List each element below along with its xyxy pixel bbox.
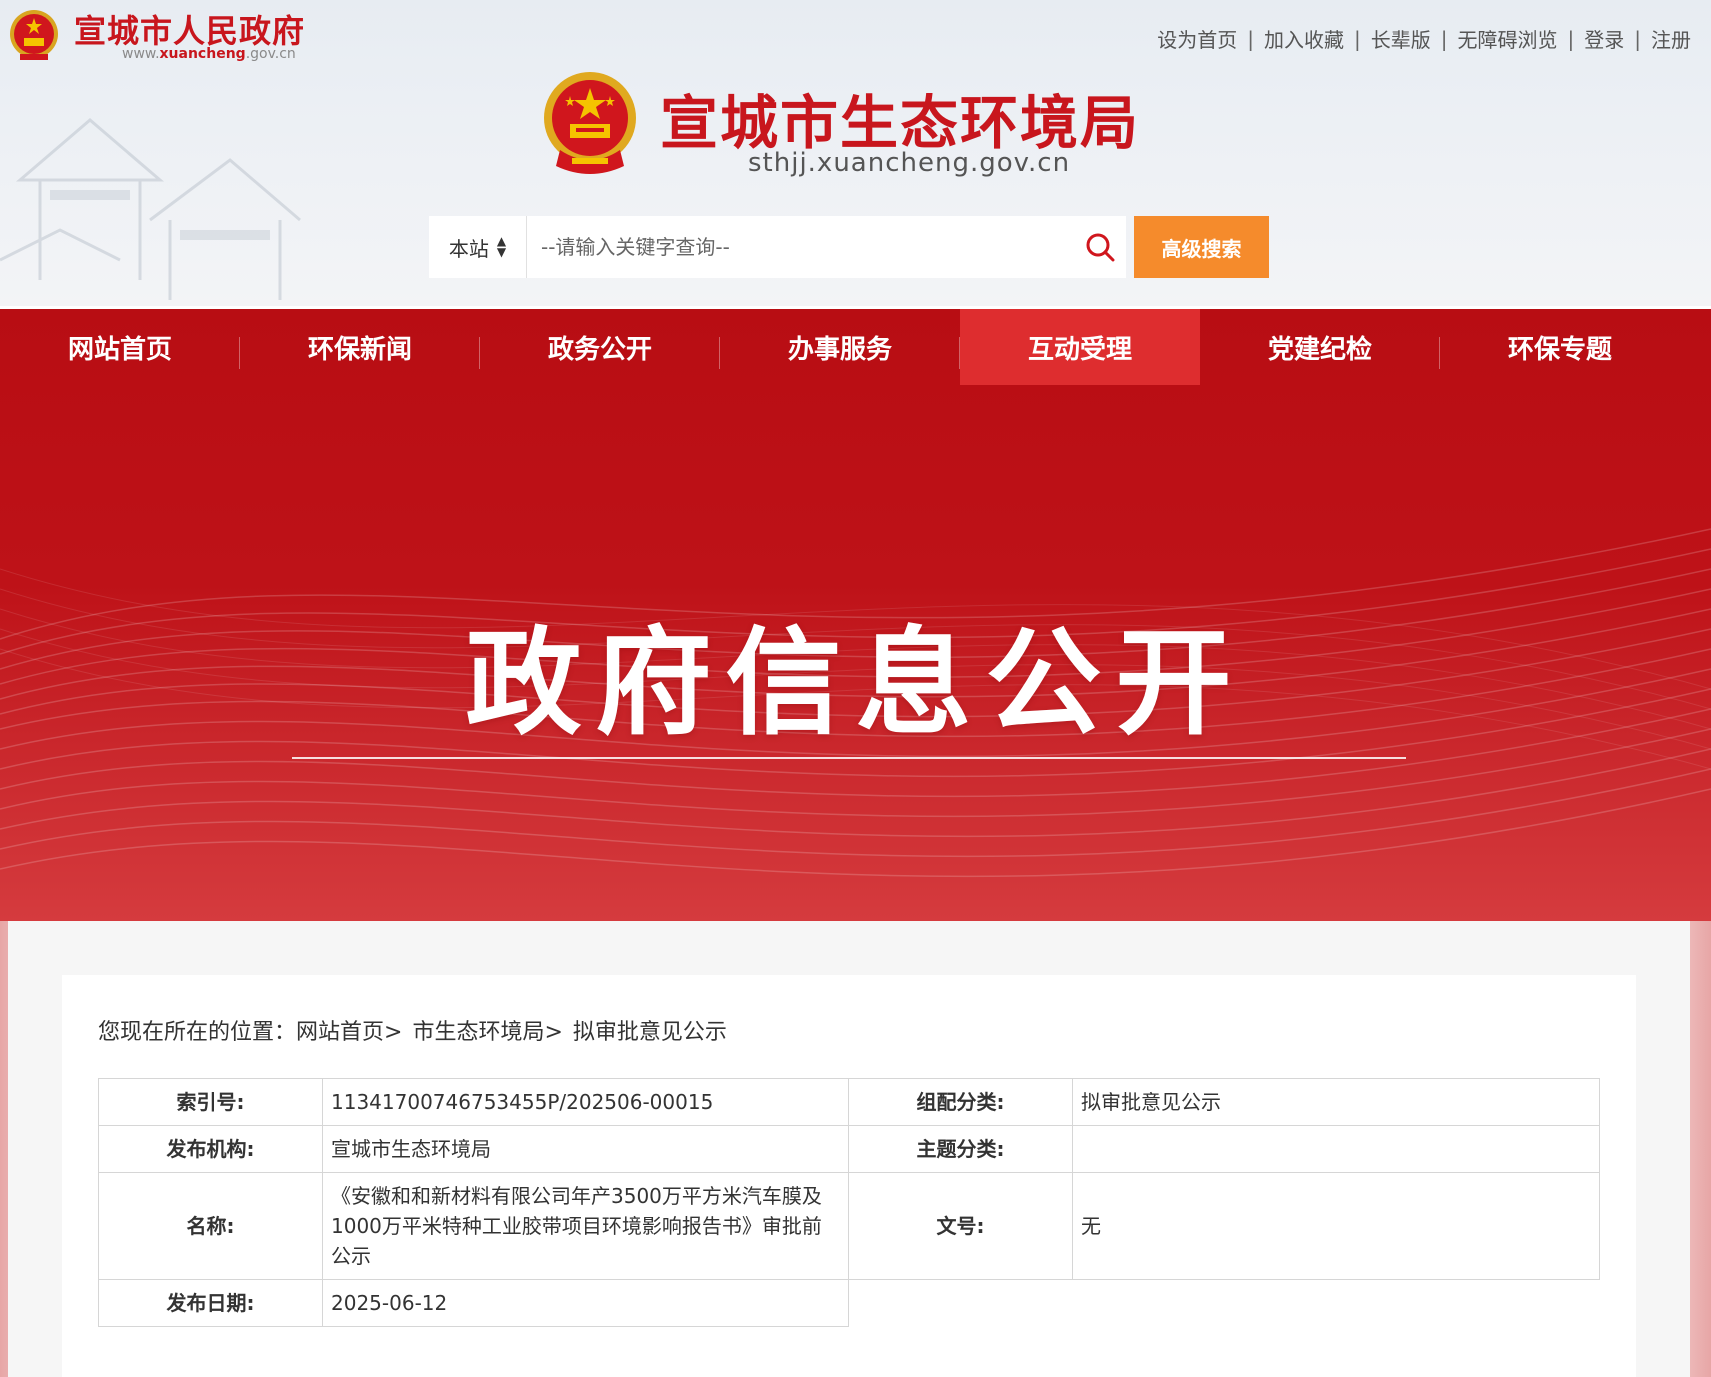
accessibility-link[interactable]: 无障碍浏览: [1458, 24, 1558, 53]
elder-version-link[interactable]: 长辈版: [1371, 24, 1431, 53]
up-down-arrows-icon: ▲ ▼: [496, 234, 507, 259]
advanced-search-button[interactable]: 高级搜索: [1134, 216, 1269, 278]
table-row: 名称: 《安徽和和新材料有限公司年产3500万平方米汽车膜及1000万平米特种工…: [98, 1172, 1600, 1280]
banner-title: 政府信息公开: [465, 616, 1246, 751]
table-row: 发布日期: 2025-06-12: [98, 1279, 1600, 1327]
nav-item-news[interactable]: 环保新闻: [240, 309, 480, 385]
nav-item-home[interactable]: 网站首页: [0, 309, 240, 385]
index-value: 11341700746753455P/202506-00015: [322, 1078, 849, 1126]
nav-item-party-building[interactable]: 党建纪检: [1200, 309, 1440, 385]
link-separator: |: [1440, 26, 1448, 51]
topic-value: [1072, 1125, 1600, 1173]
date-label: 发布日期:: [98, 1279, 323, 1327]
breadcrumb: 您现在所在的位置： 网站首页> 市生态环境局> 拟审批意见公示: [98, 1014, 727, 1046]
publisher-label: 发布机构:: [98, 1125, 323, 1173]
doc-number-value: 无: [1072, 1172, 1600, 1280]
gov-portal-domain: www.xuancheng.gov.cn: [122, 46, 296, 62]
category-value: 拟审批意见公示: [1072, 1078, 1600, 1126]
set-homepage-link[interactable]: 设为首页: [1157, 24, 1237, 53]
site-header: 宣城市人民政府 www.xuancheng.gov.cn 设为首页 | 加入收藏…: [0, 0, 1711, 306]
nav-item-topics[interactable]: 环保专题: [1440, 309, 1680, 385]
breadcrumb-home[interactable]: 网站首页>: [296, 1014, 402, 1046]
register-link[interactable]: 注册: [1651, 24, 1691, 53]
site-domain: sthjj.xuancheng.gov.cn: [748, 148, 1071, 178]
date-value: 2025-06-12: [322, 1279, 849, 1327]
doc-number-label: 文号:: [848, 1172, 1073, 1280]
link-separator: |: [1567, 26, 1575, 51]
publisher-value: 宣城市生态环境局: [322, 1125, 849, 1173]
name-label: 名称:: [98, 1172, 323, 1280]
nav-item-government-affairs[interactable]: 政务公开: [480, 309, 720, 385]
main-nav: 网站首页 环保新闻 政务公开 办事服务 互动受理 党建纪检 环保专题: [0, 309, 1711, 385]
nav-item-interaction[interactable]: 互动受理: [960, 309, 1200, 385]
table-row: 索引号: 11341700746753455P/202506-00015 组配分…: [98, 1078, 1600, 1126]
link-separator: |: [1354, 26, 1361, 51]
search-scope-select[interactable]: 本站 ▲ ▼: [429, 216, 527, 278]
national-emblem-icon: [544, 72, 636, 174]
architecture-decoration: [0, 118, 301, 300]
link-separator: |: [1634, 26, 1641, 51]
hero-banner: 网站首页 环保新闻 政务公开 办事服务 互动受理 党建纪检 环保专题 政府信息公…: [0, 309, 1711, 921]
name-value: 《安徽和和新材料有限公司年产3500万平方米汽车膜及1000万平米特种工业胶带项…: [322, 1172, 849, 1280]
search-bar: 本站 ▲ ▼: [429, 216, 1126, 278]
category-label: 组配分类:: [848, 1078, 1073, 1126]
link-separator: |: [1247, 26, 1254, 51]
search-icon[interactable]: [1084, 231, 1116, 263]
empty-cell: [849, 1280, 1600, 1327]
table-row: 发布机构: 宣城市生态环境局 主题分类:: [98, 1125, 1600, 1173]
national-emblem-icon: [10, 10, 58, 60]
nav-item-services[interactable]: 办事服务: [720, 309, 960, 385]
search-input[interactable]: [527, 217, 1067, 277]
breadcrumb-prefix: 您现在所在的位置：: [98, 1020, 297, 1045]
top-links: 设为首页 | 加入收藏 | 长辈版 | 无障碍浏览 | 登录 | 注册: [1157, 24, 1691, 53]
index-label: 索引号:: [98, 1078, 323, 1126]
breadcrumb-current[interactable]: 拟审批意见公示: [573, 1014, 727, 1046]
document-meta-table: 索引号: 11341700746753455P/202506-00015 组配分…: [98, 1078, 1600, 1327]
breadcrumb-bureau[interactable]: 市生态环境局>: [412, 1014, 562, 1046]
search-scope-label: 本站: [448, 236, 489, 261]
topic-label: 主题分类:: [848, 1125, 1073, 1173]
add-favorite-link[interactable]: 加入收藏: [1264, 24, 1344, 53]
login-link[interactable]: 登录: [1584, 24, 1624, 53]
banner-divider: [292, 757, 1406, 759]
